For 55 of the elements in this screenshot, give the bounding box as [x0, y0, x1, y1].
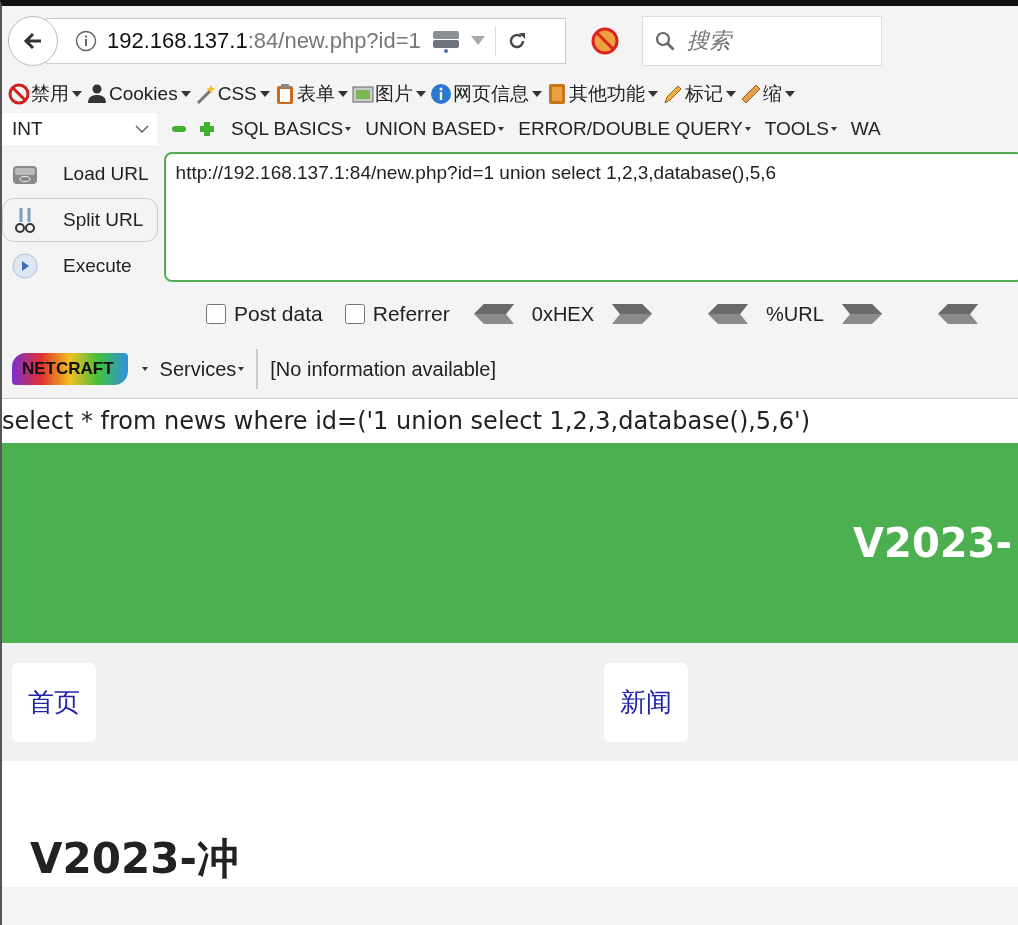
image-icon — [351, 83, 374, 105]
search-field[interactable]: 搜索 — [642, 16, 882, 66]
play-icon — [11, 252, 39, 280]
encoder-label: 0xHEX — [531, 302, 594, 326]
hackbar-menu[interactable]: ERROR/DOUBLE QUERY — [514, 118, 761, 140]
chevron-icon — [135, 124, 149, 134]
toolbar-menu[interactable]: 其他功能 — [545, 81, 662, 107]
search-icon — [654, 30, 676, 52]
banner-title: V2023- — [853, 520, 1012, 566]
hackbar-menu[interactable]: UNION BASED — [361, 118, 515, 140]
prohibited-icon — [8, 83, 30, 105]
caret-icon[interactable] — [141, 367, 148, 371]
sql-query-text: select * from news where id=('1 union select 1,2,3,database(),5,6') — [2, 406, 811, 437]
hackbar-menu[interactable]: TOOLS — [760, 118, 847, 140]
toolbar-menu[interactable]: 标记 — [661, 81, 740, 107]
nav-link[interactable]: 新闻 — [604, 662, 688, 742]
hackbar-menu[interactable]: WA — [846, 118, 891, 140]
back-button[interactable] — [8, 16, 58, 66]
nav-link[interactable]: 首页 — [12, 662, 96, 742]
toolbar-menu[interactable]: 禁用 — [8, 81, 86, 107]
info-icon[interactable] — [75, 30, 97, 52]
address-bar[interactable]: 192.168.137.1:84/new.php?id=1 — [46, 18, 566, 64]
toolbar-menu[interactable]: 图片 — [351, 81, 430, 107]
hackbar-menu[interactable]: SQL BASICS — [227, 118, 362, 140]
right-arrow-icon[interactable] — [610, 302, 654, 326]
right-arrow-icon[interactable] — [839, 302, 884, 326]
toolbar-menu[interactable]: 网页信息 — [429, 81, 546, 107]
pencil-icon — [661, 83, 684, 105]
info-icon — [429, 83, 452, 105]
blocked-script-icon[interactable] — [590, 26, 620, 56]
wand-icon — [194, 83, 217, 105]
site-info-text: [No information available] — [270, 357, 496, 381]
toolbar-menu[interactable]: Cookies — [86, 83, 195, 105]
hackbar-action-button[interactable]: Load URL — [2, 152, 158, 196]
services-menu[interactable]: Services — [159, 357, 245, 381]
left-arrow-icon[interactable] — [706, 302, 750, 326]
option-label: Referrer — [372, 302, 450, 326]
option-label: Post data — [234, 302, 323, 326]
toolbar-menu[interactable]: 表单 — [273, 81, 352, 107]
toolbar-menu[interactable]: CSS — [194, 83, 274, 105]
person-icon — [86, 83, 108, 105]
back-arrow-icon — [22, 30, 44, 52]
hackbar-action-button[interactable]: Execute — [2, 244, 158, 288]
toolbar-menu[interactable]: 缩 — [739, 81, 799, 107]
encoder-label: %URL — [766, 302, 824, 326]
url-input[interactable]: http://192.168.137.1:84/new.php?id=1 union select 1,2,3,database(),5,6 — [163, 152, 1018, 282]
address-text: 192.168.137.1:84/new.php?id=1 — [107, 28, 421, 54]
ruler-icon — [739, 83, 762, 105]
hackbar-action-button[interactable]: Split URL — [2, 198, 158, 242]
option-checkbox[interactable] — [206, 304, 226, 324]
page-heading: V2023-冲 — [29, 833, 240, 885]
type-select[interactable]: INT — [2, 113, 157, 145]
server-icon[interactable] — [430, 28, 461, 54]
option-checkbox[interactable] — [344, 304, 365, 324]
plus-icon[interactable] — [199, 121, 215, 137]
